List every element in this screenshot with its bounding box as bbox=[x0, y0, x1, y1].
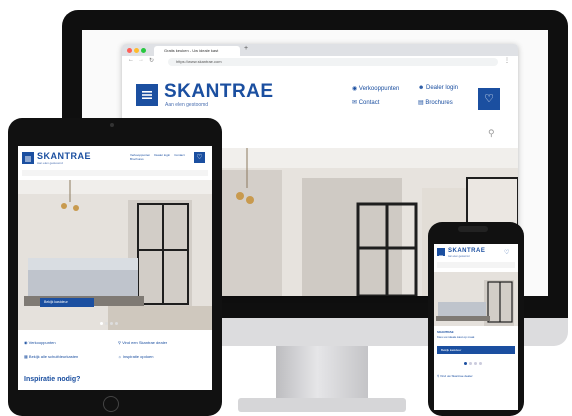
nav-verkooppunten[interactable]: ◉ Verkooppunten bbox=[352, 85, 399, 92]
window-maximize-dot[interactable] bbox=[141, 48, 146, 53]
window-minimize-dot[interactable] bbox=[134, 48, 139, 53]
phone-hero-text: Kies uw ideale kast op maat bbox=[437, 335, 475, 339]
nav-dealer-login-label: Dealer login bbox=[426, 85, 459, 91]
tablet-hero-image: Bekijk kastdeur bbox=[18, 180, 212, 330]
nav-dealer-login[interactable]: ☻ Dealer login bbox=[418, 85, 458, 91]
user-icon: ☻ bbox=[418, 85, 425, 91]
carousel-dot[interactable] bbox=[469, 362, 472, 365]
nav-contact-label: Contact bbox=[358, 100, 380, 106]
phone-carousel-dots[interactable] bbox=[464, 362, 482, 365]
location-pin-icon: ◉ bbox=[352, 86, 358, 92]
phone-feature[interactable]: ⚲ Vind uw Skantrae dealer bbox=[437, 374, 473, 378]
phone-screen: SKANTRAE Aan elen gestoomd ♡ SKANTRAE Ki… bbox=[434, 244, 518, 410]
phone-hero-image bbox=[434, 272, 518, 326]
url-text: https://www.skantrae.com bbox=[176, 59, 222, 64]
phone-speaker bbox=[458, 226, 488, 232]
phone-feature-label: Vind uw Skantrae dealer bbox=[440, 374, 473, 378]
carousel-dot[interactable] bbox=[105, 322, 108, 325]
nav-verkooppunten-label: Verkooppunten bbox=[358, 86, 400, 92]
window-close-dot[interactable] bbox=[127, 48, 132, 53]
tablet-screen: SKANTRAE Aan elen gestoomd Verkooppunten… bbox=[18, 146, 212, 390]
browser-tab[interactable]: Gratis keuken - Uw ideale kast bbox=[154, 46, 240, 56]
carousel-dots[interactable] bbox=[100, 322, 130, 325]
url-input[interactable]: https://www.skantrae.com bbox=[168, 58, 498, 66]
tablet-search-bar[interactable] bbox=[22, 170, 208, 176]
nav-brochures[interactable]: ▤ Brochures bbox=[418, 99, 453, 106]
tablet-nav-item[interactable]: Dealer login bbox=[154, 153, 170, 157]
tablet-nav-item[interactable]: Contact bbox=[174, 153, 184, 157]
tablet-feature-4[interactable]: ☼ Inspiratie opdoen bbox=[118, 354, 154, 359]
heart-icon: ♡ bbox=[484, 93, 494, 105]
carousel-dot[interactable] bbox=[110, 322, 113, 325]
hamburger-icon bbox=[142, 91, 152, 99]
phone-hero-button[interactable]: Bekijk kastdeur bbox=[437, 346, 515, 354]
nav-brochures-label: Brochures bbox=[425, 100, 453, 106]
phone-section-label: SKANTRAE bbox=[437, 330, 454, 334]
tablet-nav-item[interactable]: Brochures bbox=[130, 157, 144, 161]
hamburger-menu-button[interactable] bbox=[136, 84, 158, 106]
door-icon: ▦ bbox=[24, 354, 28, 359]
tablet-room-illustration bbox=[18, 180, 212, 330]
tablet-feature-3[interactable]: ▦ Bekijk alle schuifdeurkasten bbox=[24, 354, 78, 359]
phone-room-illustration bbox=[434, 272, 518, 326]
tablet-nav[interactable]: Verkooppunten Dealer login Contact Broch… bbox=[130, 153, 190, 161]
phone-hero-button-label: Bekijk kastdeur bbox=[441, 348, 462, 352]
site-header: SKANTRAE Aan elen gestoomd ◉ Verkooppunt… bbox=[122, 68, 518, 118]
lightbulb-icon: ☼ bbox=[118, 354, 122, 359]
reload-icon[interactable]: ↻ bbox=[149, 57, 154, 64]
brochure-icon: ▤ bbox=[418, 100, 424, 106]
tablet-favorites-button[interactable]: ♡ bbox=[194, 152, 205, 163]
monitor-stand-base bbox=[238, 398, 406, 412]
tablet-logo[interactable]: SKANTRAE bbox=[37, 151, 91, 161]
tablet-camera bbox=[110, 123, 114, 127]
back-icon[interactable]: ← bbox=[128, 57, 134, 63]
hamburger-icon bbox=[25, 156, 31, 162]
tablet-feature-label: Bekijk alle schuifdeurkasten bbox=[28, 354, 79, 359]
new-tab-icon[interactable]: + bbox=[244, 45, 248, 52]
carousel-dot[interactable] bbox=[474, 362, 477, 365]
tablet-feature-1[interactable]: ◉ Verkooppunten bbox=[24, 340, 56, 345]
carousel-dot[interactable] bbox=[479, 362, 482, 365]
carousel-dot[interactable] bbox=[115, 322, 118, 325]
tablet-feature-label: Vind een Skantrae dealer bbox=[122, 340, 168, 345]
tablet-feature-label: Verkooppunten bbox=[28, 340, 56, 345]
nav-contact[interactable]: ✉ Contact bbox=[352, 99, 379, 106]
tablet-hero-button-label: Bekijk kastdeur bbox=[44, 300, 68, 304]
site-tagline: Aan elen gestoomd bbox=[165, 102, 209, 108]
phone-logo[interactable]: SKANTRAE bbox=[448, 248, 485, 255]
phone-menu-button[interactable] bbox=[437, 248, 445, 259]
browser-tab-title: Gratis keuken - Uw ideale kast bbox=[164, 48, 219, 53]
favorites-button[interactable]: ♡ bbox=[478, 88, 500, 110]
tablet-tagline: Aan elen gestoomd bbox=[37, 161, 63, 165]
search-icon: ⚲ bbox=[437, 374, 440, 378]
hamburger-icon bbox=[439, 255, 443, 259]
tablet-feature-2[interactable]: ⚲ Vind een Skantrae dealer bbox=[118, 340, 167, 345]
site-logo[interactable]: SKANTRAE bbox=[164, 82, 274, 102]
forward-icon[interactable]: → bbox=[138, 57, 144, 63]
location-pin-icon: ◉ bbox=[24, 340, 28, 345]
tablet-home-button[interactable] bbox=[103, 396, 119, 412]
browser-menu-icon[interactable]: ⋮ bbox=[504, 57, 510, 64]
carousel-dot[interactable] bbox=[464, 362, 467, 365]
heart-icon: ♡ bbox=[196, 154, 203, 161]
monitor-stand bbox=[276, 346, 368, 404]
tablet-menu-button[interactable] bbox=[22, 152, 34, 164]
phone-tagline: Aan elen gestoomd bbox=[448, 255, 470, 258]
tablet-hero-button[interactable]: Bekijk kastdeur bbox=[40, 298, 94, 307]
heart-icon[interactable]: ♡ bbox=[504, 249, 509, 256]
tablet-section-title: Inspiratie nodig? bbox=[24, 376, 81, 383]
phone-search-bar[interactable] bbox=[437, 262, 515, 268]
mail-icon: ✉ bbox=[352, 100, 358, 106]
tablet-feature-label: Inspiratie opdoen bbox=[122, 354, 154, 359]
search-icon[interactable]: ⚲ bbox=[488, 128, 495, 139]
carousel-dot[interactable] bbox=[100, 322, 103, 325]
search-icon: ⚲ bbox=[118, 340, 121, 345]
